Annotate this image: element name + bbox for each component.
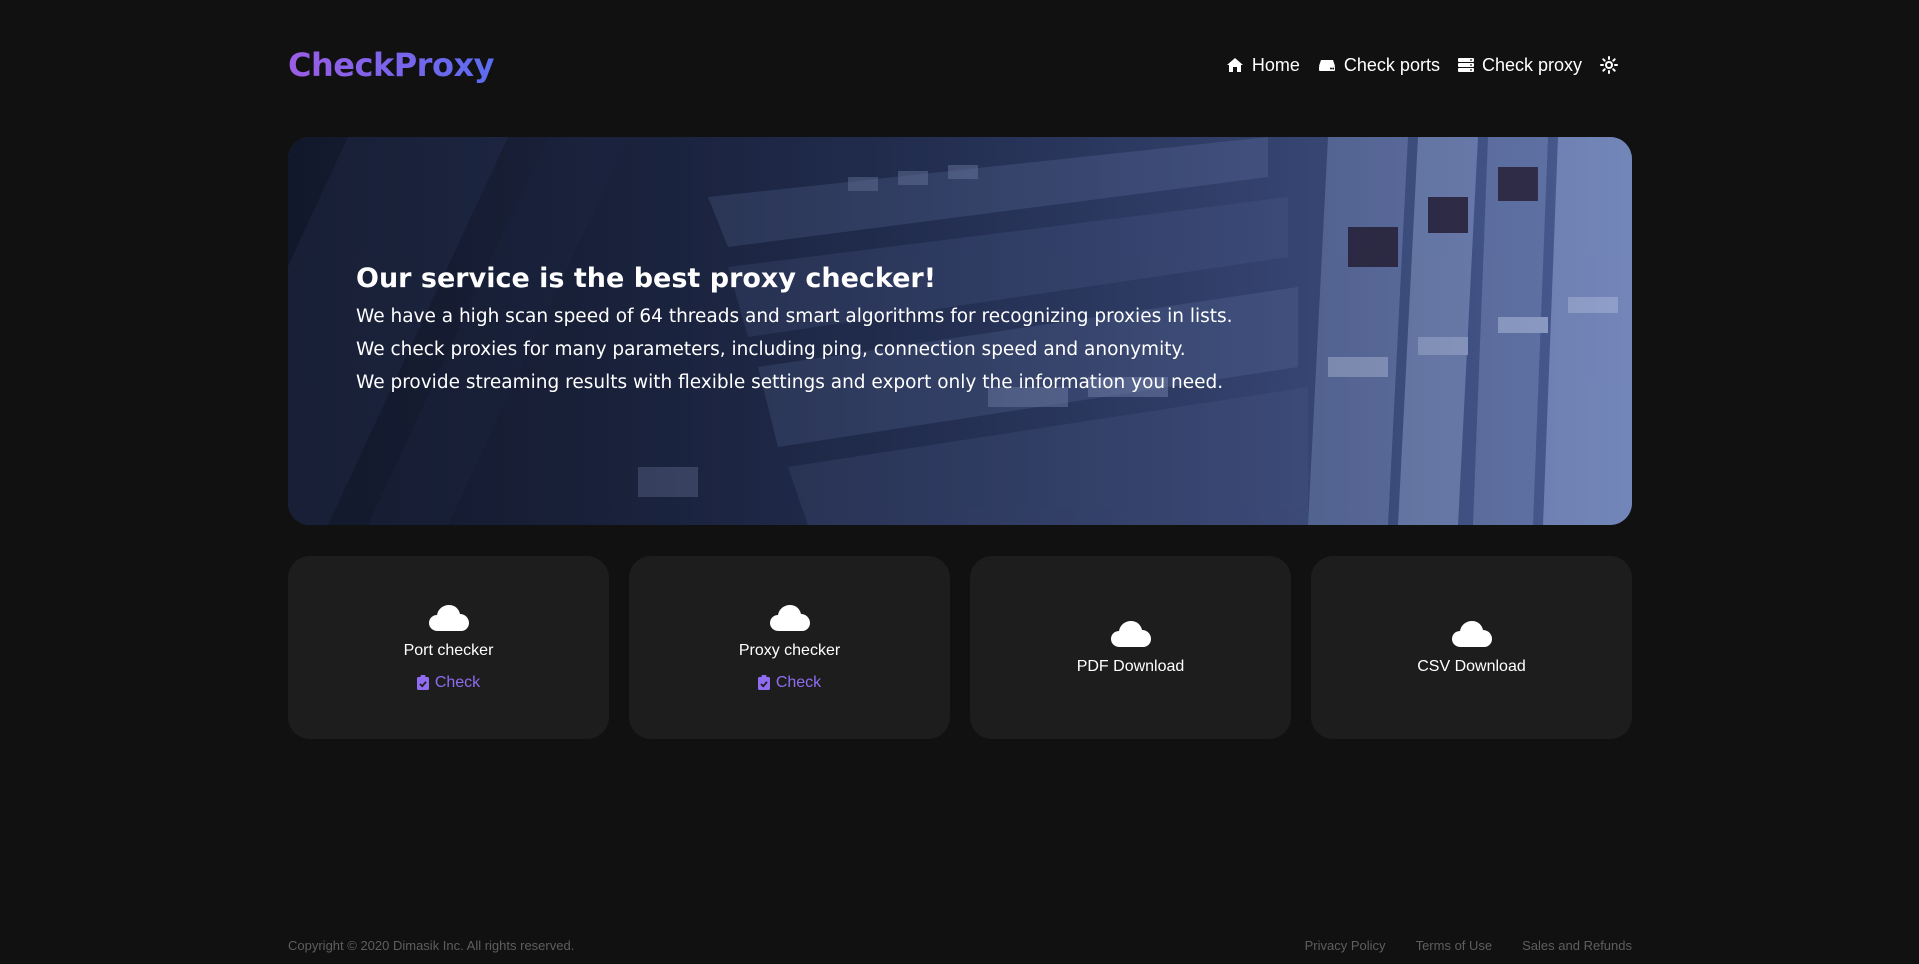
nav-home[interactable]: Home <box>1226 55 1300 76</box>
card-proxy-checker: Proxy checker Check <box>629 556 950 739</box>
hero-line: We have a high scan speed of 64 threads … <box>356 306 1233 327</box>
nav-check-ports-label: Check ports <box>1343 54 1440 75</box>
clipboard-check-icon <box>757 675 770 690</box>
cloud-icon <box>428 604 469 631</box>
cloud-icon <box>769 604 810 631</box>
sun-icon <box>1600 56 1618 74</box>
page: CheckProxy Home Check ports Check proxy … <box>0 0 1919 964</box>
sales-refunds-link[interactable]: Sales and Refunds <box>1522 938 1632 953</box>
proxy-check-link[interactable]: Check <box>757 673 822 692</box>
card-port-checker: Port checker Check <box>288 556 609 739</box>
copyright-text: Copyright © 2020 Dimasik Inc. All rights… <box>288 937 575 953</box>
card-title: PDF Download <box>1076 657 1185 675</box>
hdd-icon <box>1318 60 1335 71</box>
port-check-link[interactable]: Check <box>416 673 481 692</box>
hero-title: Our service is the best proxy checker! <box>356 263 937 294</box>
hero-line: We provide streaming results with flexib… <box>356 372 1224 393</box>
footer: Copyright © 2020 Dimasik Inc. All rights… <box>288 937 1632 953</box>
hero-line: We check proxies for many parameters, in… <box>356 339 1186 360</box>
server-icon <box>1457 58 1474 72</box>
header: CheckProxy Home Check ports Check proxy <box>288 46 1632 84</box>
nav-check-proxy[interactable]: Check proxy <box>1457 54 1582 76</box>
cloud-icon <box>1451 620 1492 647</box>
home-icon <box>1226 58 1243 72</box>
hero-banner: Our service is the best proxy checker! W… <box>288 137 1632 525</box>
card-pdf-download[interactable]: PDF Download <box>970 556 1291 739</box>
privacy-policy-link[interactable]: Privacy Policy <box>1305 938 1386 953</box>
cloud-icon <box>1110 620 1151 647</box>
card-link-label: Check <box>775 673 822 691</box>
card-title: CSV Download <box>1417 657 1526 675</box>
card-link-label: Check <box>434 673 481 691</box>
hero-content: Our service is the best proxy checker! W… <box>356 263 1233 399</box>
nav-check-proxy-label: Check proxy <box>1481 54 1582 75</box>
card-title: Port checker <box>403 641 494 659</box>
clipboard-check-icon <box>416 675 429 690</box>
logo[interactable]: CheckProxy <box>288 46 494 84</box>
nav-check-ports[interactable]: Check ports <box>1318 55 1440 76</box>
main-nav: Home Check ports Check proxy <box>1226 55 1632 76</box>
theme-toggle-button[interactable] <box>1600 56 1618 74</box>
nav-home-label: Home <box>1251 54 1300 75</box>
terms-of-use-link[interactable]: Terms of Use <box>1416 938 1493 953</box>
card-csv-download[interactable]: CSV Download <box>1311 556 1632 739</box>
feature-cards: Port checker Check Proxy checker Check P… <box>288 556 1632 739</box>
card-title: Proxy checker <box>738 641 841 659</box>
footer-links: Privacy Policy Terms of Use Sales and Re… <box>1305 938 1632 953</box>
